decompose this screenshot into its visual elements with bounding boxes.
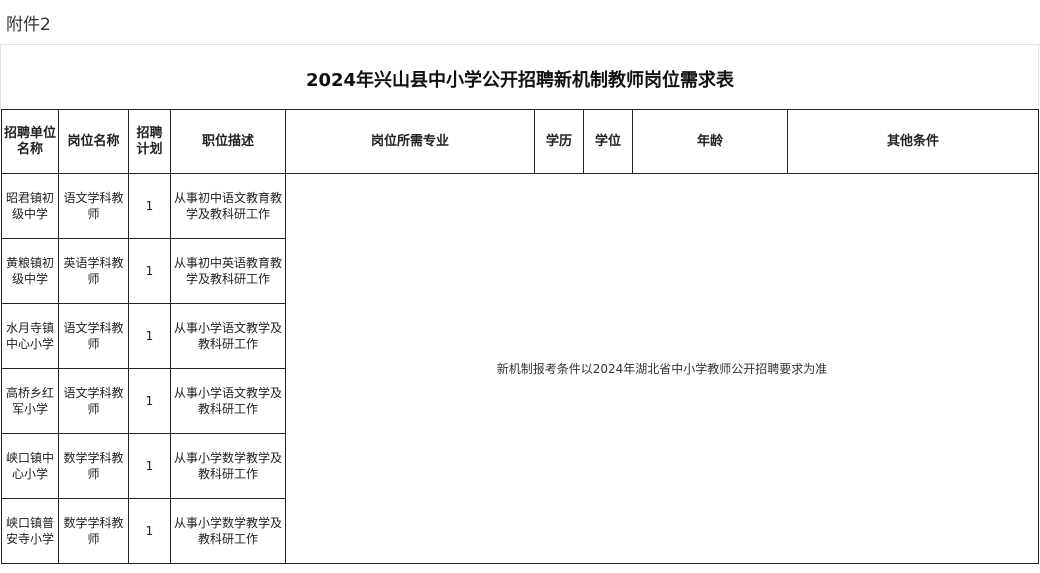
cell-desc: 从事小学语文教学及教科研工作 xyxy=(170,303,286,369)
cell-plan: 1 xyxy=(128,303,171,369)
cell-unit: 峡口镇中心小学 xyxy=(1,433,59,499)
cell-desc: 从事小学语文教学及教科研工作 xyxy=(170,368,286,434)
header-unit: 招聘单位名称 xyxy=(1,109,59,174)
cell-plan: 1 xyxy=(128,433,171,499)
cell-unit: 昭君镇初级中学 xyxy=(1,173,59,239)
table-row: 昭君镇初级中学 语文学科教师 1 从事初中语文教育教学及教科研工作 新机制报考条… xyxy=(1,173,1039,564)
divider xyxy=(0,44,1040,45)
cell-position: 语文学科教师 xyxy=(58,303,129,369)
header-degree: 学位 xyxy=(583,109,633,174)
attachment-label: 附件2 xyxy=(6,15,51,35)
cell-desc: 从事初中英语教育教学及教科研工作 xyxy=(170,238,286,304)
cell-plan: 1 xyxy=(128,173,171,239)
cell-unit: 黄粮镇初级中学 xyxy=(1,238,59,304)
cell-unit: 峡口镇普安寺小学 xyxy=(1,498,59,564)
cell-plan: 1 xyxy=(128,238,171,304)
header-other: 其他条件 xyxy=(787,109,1039,174)
cell-plan: 1 xyxy=(128,498,171,564)
cell-position: 语文学科教师 xyxy=(58,368,129,434)
cell-position: 数学学科教师 xyxy=(58,433,129,499)
cell-plan: 1 xyxy=(128,368,171,434)
header-position: 岗位名称 xyxy=(58,109,129,174)
cell-desc: 从事小学数学教学及教科研工作 xyxy=(170,498,286,564)
cell-desc: 从事小学数学教学及教科研工作 xyxy=(170,433,286,499)
page-title: 2024年兴山县中小学公开招聘新机制教师岗位需求表 xyxy=(305,70,735,91)
cell-unit: 水月寺镇中心小学 xyxy=(1,303,59,369)
header-age: 年龄 xyxy=(632,109,788,174)
merged-note-cell: 新机制报考条件以2024年湖北省中小学教师公开招聘要求为准 xyxy=(285,173,1039,564)
cell-position: 英语学科教师 xyxy=(58,238,129,304)
requirements-table: 招聘单位名称 岗位名称 招聘计划 职位描述 岗位所需专业 学历 学位 年龄 其他… xyxy=(1,109,1039,564)
cell-position: 数学学科教师 xyxy=(58,498,129,564)
cell-position: 语文学科教师 xyxy=(58,173,129,239)
header-row: 招聘单位名称 岗位名称 招聘计划 职位描述 岗位所需专业 学历 学位 年龄 其他… xyxy=(1,109,1039,174)
header-desc: 职位描述 xyxy=(170,109,286,174)
header-major: 岗位所需专业 xyxy=(285,109,535,174)
header-plan: 招聘计划 xyxy=(128,109,171,174)
cell-unit: 高桥乡红军小学 xyxy=(1,368,59,434)
cell-desc: 从事初中语文教育教学及教科研工作 xyxy=(170,173,286,239)
header-edu: 学历 xyxy=(534,109,584,174)
